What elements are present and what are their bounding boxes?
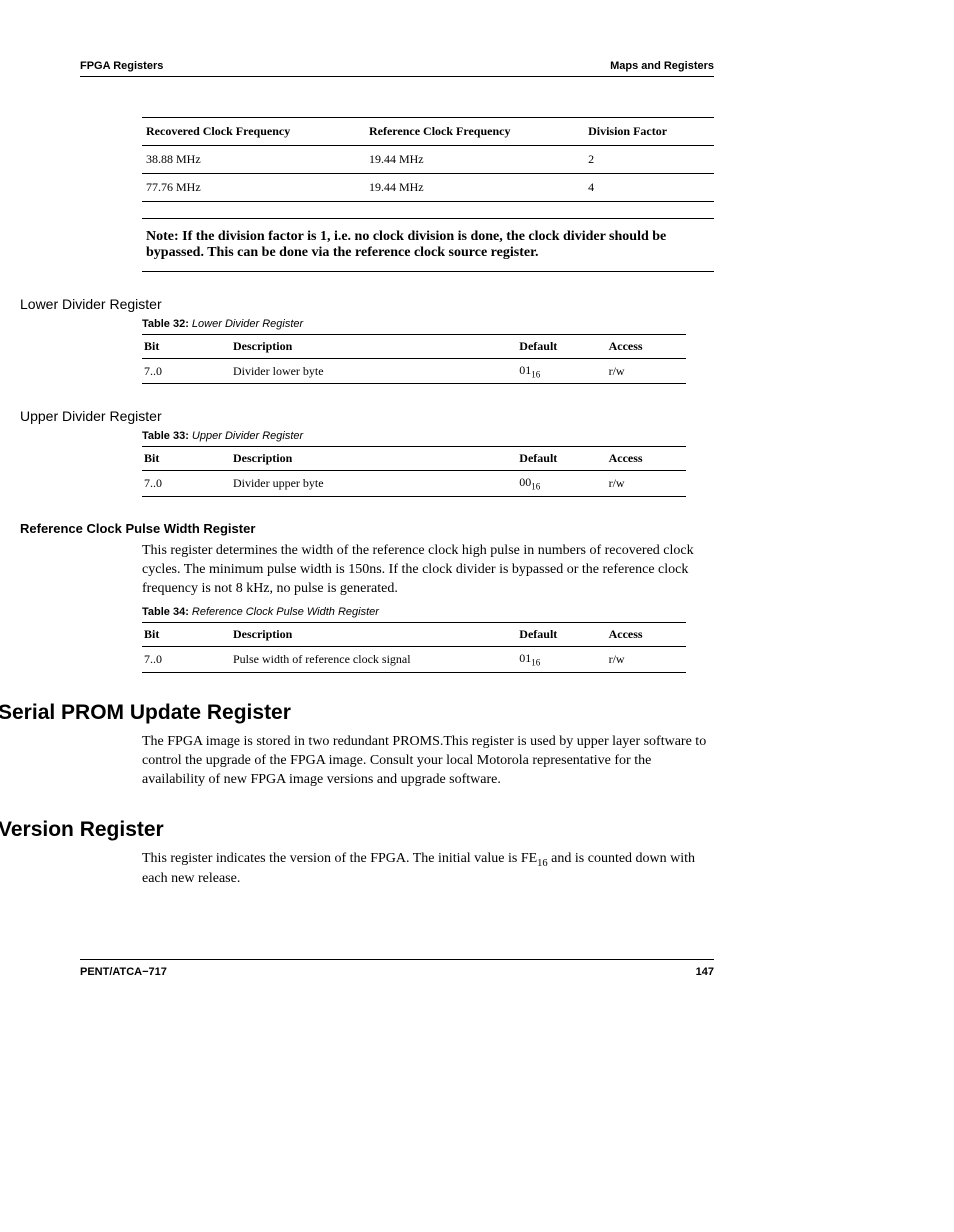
page-header: FPGA Registers Maps and Registers [80,60,714,77]
freq-col-division: Division Factor [584,118,714,146]
cell: 2 [584,146,714,174]
bit-cell: 7..0 [142,647,231,672]
caption-title: Lower Divider Register [189,318,303,330]
col-default: Default [517,623,606,647]
note-text: Note: If the division factor is 1, i.e. … [146,229,666,260]
table-caption: Table 33: Upper Divider Register [142,430,714,442]
freq-col-reference: Reference Clock Frequency [365,118,584,146]
desc-cell: Divider lower byte [231,359,517,384]
table-row: 77.76 MHz 19.44 MHz 4 [142,174,714,202]
cell: 19.44 MHz [365,146,584,174]
table-row: 7..0 Divider upper byte 0016 r/w [142,471,686,496]
caption-num: Table 33: [142,430,189,442]
serial-prom-heading: Serial PROM Update Register [0,701,714,725]
desc-cell: Divider upper byte [231,471,517,496]
version-register-heading: Version Register [0,818,714,842]
note-box: Note: If the division factor is 1, i.e. … [142,218,714,272]
caption-title: Reference Clock Pulse Width Register [189,606,379,618]
serial-prom-body: The FPGA image is stored in two redundan… [142,733,714,790]
version-register-body: This register indicates the version of t… [142,850,714,890]
bit-cell: 7..0 [142,471,231,496]
frequency-table: Recovered Clock Frequency Reference Cloc… [142,117,714,202]
col-access: Access [607,447,686,471]
ref-pulse-body: This register determines the width of th… [142,542,714,599]
lower-divider-heading: Lower Divider Register [20,296,714,312]
caption-num: Table 34: [142,606,189,618]
default-cell: 0116 [517,647,606,672]
caption-title: Upper Divider Register [189,430,303,442]
footer-left: PENT/ATCA−717 [80,966,167,978]
col-description: Description [231,447,517,471]
footer-page-number: 147 [696,966,714,978]
access-cell: r/w [607,647,686,672]
col-bit: Bit [142,623,231,647]
page-footer: PENT/ATCA−717 147 [80,959,714,978]
default-cell: 0016 [517,471,606,496]
col-access: Access [607,623,686,647]
default-cell: 0116 [517,359,606,384]
header-right: Maps and Registers [610,60,714,72]
table-row: 7..0 Pulse width of reference clock sign… [142,647,686,672]
col-default: Default [517,447,606,471]
col-description: Description [231,335,517,359]
table-caption: Table 32: Lower Divider Register [142,318,714,330]
lower-divider-table: Bit Description Default Access 7..0 Divi… [142,334,686,384]
col-default: Default [517,335,606,359]
bit-cell: 7..0 [142,359,231,384]
access-cell: r/w [607,359,686,384]
cell: 4 [584,174,714,202]
access-cell: r/w [607,471,686,496]
table-row: 7..0 Divider lower byte 0116 r/w [142,359,686,384]
freq-col-recovered: Recovered Clock Frequency [142,118,365,146]
upper-divider-table: Bit Description Default Access 7..0 Divi… [142,446,686,496]
table-caption: Table 34: Reference Clock Pulse Width Re… [142,606,714,618]
caption-num: Table 32: [142,318,189,330]
ref-pulse-table: Bit Description Default Access 7..0 Puls… [142,622,686,672]
col-bit: Bit [142,335,231,359]
ref-pulse-heading: Reference Clock Pulse Width Register [20,521,714,536]
cell: 38.88 MHz [142,146,365,174]
header-left: FPGA Registers [80,60,163,72]
upper-divider-heading: Upper Divider Register [20,408,714,424]
cell: 77.76 MHz [142,174,365,202]
col-bit: Bit [142,447,231,471]
cell: 19.44 MHz [365,174,584,202]
table-row: 38.88 MHz 19.44 MHz 2 [142,146,714,174]
col-access: Access [607,335,686,359]
desc-cell: Pulse width of reference clock signal [231,647,517,672]
col-description: Description [231,623,517,647]
